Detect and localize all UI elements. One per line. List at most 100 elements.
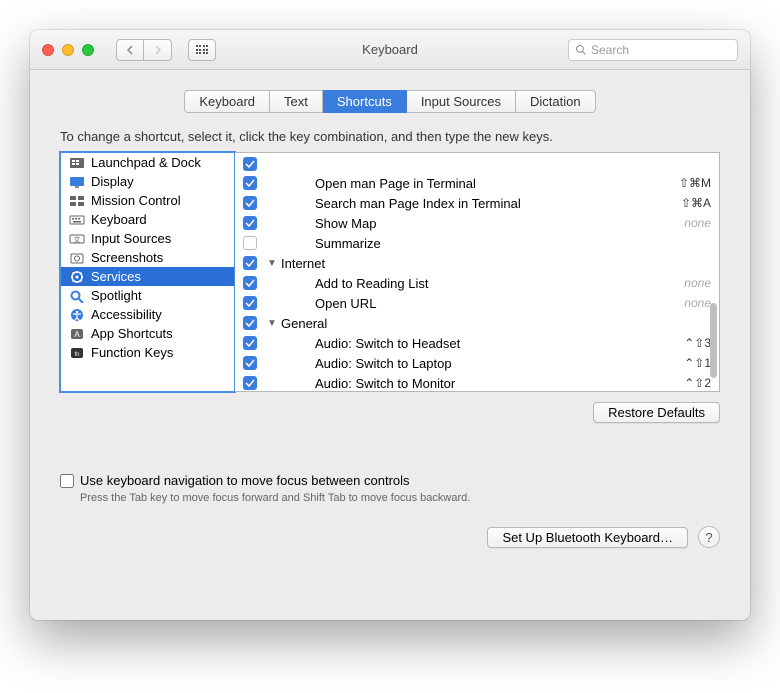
- spotlight-icon: [69, 289, 85, 303]
- shortcut-key[interactable]: ⌃⇧3: [684, 336, 711, 350]
- shortcut-key[interactable]: ⌃⇧2: [684, 376, 711, 390]
- tab-dictation[interactable]: Dictation: [516, 90, 596, 113]
- shortcut-key[interactable]: none: [684, 276, 711, 290]
- svg-text:fn: fn: [74, 352, 79, 358]
- checkbox-icon[interactable]: [243, 157, 257, 171]
- sidebar-item-accessibility[interactable]: Accessibility: [61, 305, 234, 324]
- show-all-button[interactable]: [188, 39, 216, 61]
- service-row[interactable]: Summarize: [235, 233, 719, 253]
- sidebar-item-display[interactable]: Display: [61, 172, 234, 191]
- services-icon: [69, 270, 85, 284]
- svg-text:文: 文: [74, 235, 81, 244]
- restore-row: Restore Defaults: [60, 402, 720, 423]
- sidebar-item-keyboard[interactable]: Keyboard: [61, 210, 234, 229]
- checkbox-icon[interactable]: [243, 176, 257, 190]
- checkbox-icon[interactable]: [243, 376, 257, 390]
- search-placeholder: Search: [591, 43, 629, 57]
- sidebar-item-label: Launchpad & Dock: [91, 155, 201, 170]
- service-row[interactable]: Audio: Switch to Laptop ⌃⇧1: [235, 353, 719, 373]
- launchpad-icon: [69, 156, 85, 170]
- service-label: Open man Page in Terminal: [315, 176, 675, 191]
- fn-icon: fn: [69, 346, 85, 360]
- service-label: Internet: [281, 256, 711, 271]
- service-group-row[interactable]: ▼ Internet: [235, 253, 719, 273]
- sidebar-item-screenshots[interactable]: Screenshots: [61, 248, 234, 267]
- panes: Launchpad & Dock Display Mission Control Ke…: [60, 152, 720, 392]
- checkbox-icon[interactable]: [243, 236, 257, 250]
- keyboard-icon: [69, 213, 85, 227]
- input-icon: 文: [69, 232, 85, 246]
- checkbox-icon[interactable]: [243, 196, 257, 210]
- shortcut-key[interactable]: ⌃⇧1: [684, 356, 711, 370]
- window-title: Keyboard: [362, 42, 418, 57]
- checkbox-icon[interactable]: [243, 316, 257, 330]
- shortcut-key[interactable]: none: [684, 296, 711, 310]
- shortcut-key[interactable]: none: [684, 216, 711, 230]
- tab-text[interactable]: Text: [270, 90, 323, 113]
- checkbox-icon[interactable]: [243, 296, 257, 310]
- tab-shortcuts[interactable]: Shortcuts: [323, 90, 407, 113]
- sidebar-item-label: Mission Control: [91, 193, 181, 208]
- bluetooth-button[interactable]: Set Up Bluetooth Keyboard…: [487, 527, 688, 548]
- service-row[interactable]: Audio: Switch to Headset⌃⇧3: [235, 333, 719, 353]
- service-label: Open URL: [315, 296, 680, 311]
- service-label: Show Map: [315, 216, 680, 231]
- search-icon: [575, 44, 587, 56]
- shortcut-key[interactable]: ⇧⌘A: [681, 196, 711, 210]
- bottom-row: Set Up Bluetooth Keyboard… ?: [60, 526, 720, 548]
- service-row[interactable]: Audio: Switch to Monitor ⌃⇧2: [235, 373, 719, 392]
- sidebar-item-services[interactable]: Services: [61, 267, 234, 286]
- chevron-down-icon[interactable]: ▼: [267, 318, 277, 329]
- service-row[interactable]: Search man Page Index in Terminal⇧⌘A: [235, 193, 719, 213]
- sidebar-item-label: Display: [91, 174, 134, 189]
- grid-icon: [196, 45, 209, 54]
- kbnav-row: Use keyboard navigation to move focus be…: [60, 473, 720, 488]
- content-area: KeyboardTextShortcutsInput SourcesDictat…: [30, 70, 750, 562]
- display-icon: [69, 175, 85, 189]
- checkbox-icon[interactable]: [243, 336, 257, 350]
- sidebar-item-function-keys[interactable]: fn Function Keys: [61, 343, 234, 362]
- minimize-icon[interactable]: [62, 44, 74, 56]
- sidebar-item-label: App Shortcuts: [91, 326, 173, 341]
- service-row[interactable]: Add to Reading List none: [235, 273, 719, 293]
- tab-input-sources[interactable]: Input Sources: [407, 90, 516, 113]
- tab-keyboard[interactable]: Keyboard: [184, 90, 270, 113]
- sidebar-item-label: Accessibility: [91, 307, 162, 322]
- checkbox-icon[interactable]: [243, 256, 257, 270]
- kbnav-checkbox[interactable]: [60, 474, 74, 488]
- sidebar-item-label: Spotlight: [91, 288, 142, 303]
- checkbox-icon[interactable]: [243, 276, 257, 290]
- service-label: Audio: Switch to Laptop: [315, 356, 680, 371]
- chevron-down-icon[interactable]: ▼: [267, 258, 277, 269]
- sidebar-item-label: Keyboard: [91, 212, 147, 227]
- shortcut-key[interactable]: ⇧⌘M: [679, 176, 711, 190]
- service-label: General: [281, 316, 711, 331]
- checkbox-icon[interactable]: [243, 216, 257, 230]
- services-list[interactable]: Open man Page in Terminal ⇧⌘M Search man P…: [235, 152, 720, 392]
- kbnav-label: Use keyboard navigation to move focus be…: [80, 473, 410, 488]
- nav-buttons: [116, 39, 172, 61]
- service-row[interactable]: Open man Page in Terminal ⇧⌘M: [235, 173, 719, 193]
- search-input[interactable]: Search: [568, 39, 738, 61]
- sidebar-item-input-sources[interactable]: 文Input Sources: [61, 229, 234, 248]
- category-list[interactable]: Launchpad & Dock Display Mission Control Ke…: [60, 152, 235, 392]
- back-button[interactable]: [116, 39, 144, 61]
- sidebar-item-mission-control[interactable]: Mission Control: [61, 191, 234, 210]
- service-row[interactable]: Open URL none: [235, 293, 719, 313]
- sidebar-item-app-shortcuts[interactable]: AApp Shortcuts: [61, 324, 234, 343]
- scrollbar[interactable]: [710, 303, 717, 378]
- service-label: Audio: Switch to Monitor: [315, 376, 680, 391]
- close-icon[interactable]: [42, 44, 54, 56]
- service-group-row[interactable]: ▼ General: [235, 313, 719, 333]
- restore-defaults-button[interactable]: Restore Defaults: [593, 402, 720, 423]
- service-label: Summarize: [315, 236, 711, 251]
- forward-button[interactable]: [144, 39, 172, 61]
- service-label: Add to Reading List: [315, 276, 680, 291]
- checkbox-icon[interactable]: [243, 356, 257, 370]
- sidebar-item-label: Function Keys: [91, 345, 173, 360]
- service-row[interactable]: Show Map none: [235, 213, 719, 233]
- zoom-icon[interactable]: [82, 44, 94, 56]
- sidebar-item-launchpad-dock[interactable]: Launchpad & Dock: [61, 153, 234, 172]
- help-button[interactable]: ?: [698, 526, 720, 548]
- sidebar-item-spotlight[interactable]: Spotlight: [61, 286, 234, 305]
